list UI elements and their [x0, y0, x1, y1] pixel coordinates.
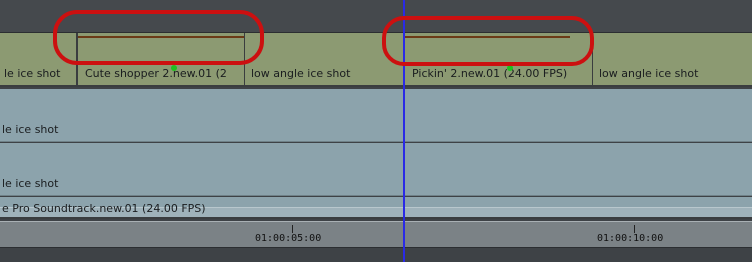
- video-clip-low-angle-ice-shot-right[interactable]: low angle ice shot: [593, 33, 752, 87]
- ruler-timecode: 01:00:10:00: [597, 233, 664, 244]
- timeline-bottom-bar: [0, 249, 752, 262]
- audio-track-1[interactable]: le ice shot: [0, 89, 752, 142]
- audio-clip-label: le ice shot: [2, 123, 59, 136]
- ruler-timecode: 01:00:05:00: [255, 233, 322, 244]
- clip-label: low angle ice shot: [251, 67, 351, 80]
- render-marker-dot: [171, 65, 177, 71]
- audio-track-2[interactable]: le ice shot: [0, 143, 752, 196]
- clip-label: le ice shot: [4, 67, 61, 80]
- soundtrack-label: e Pro Soundtrack.new.01 (24.00 FPS): [2, 202, 206, 215]
- clip-label: Pickin' 2.new.01 (24.00 FPS): [412, 67, 568, 80]
- audio-clip-label: le ice shot: [2, 177, 59, 190]
- video-clip-low-angle-ice-shot[interactable]: low angle ice shot: [245, 33, 405, 87]
- ruler-tick-mark: [292, 225, 293, 233]
- soundtrack-track[interactable]: e Pro Soundtrack.new.01 (24.00 FPS): [0, 197, 752, 219]
- clip-label: low angle ice shot: [599, 67, 699, 80]
- timeline-panel: le ice shot Cute shopper 2.new.01 (2 low…: [0, 0, 752, 262]
- timecode-ruler[interactable]: 01:00:05:00 01:00:10:00: [0, 221, 752, 248]
- annotation-ellipse: [53, 10, 264, 65]
- ruler-tick-mark: [634, 225, 635, 233]
- clip-label: Cute shopper 2.new.01 (2: [85, 67, 227, 80]
- annotation-ellipse: [382, 16, 594, 66]
